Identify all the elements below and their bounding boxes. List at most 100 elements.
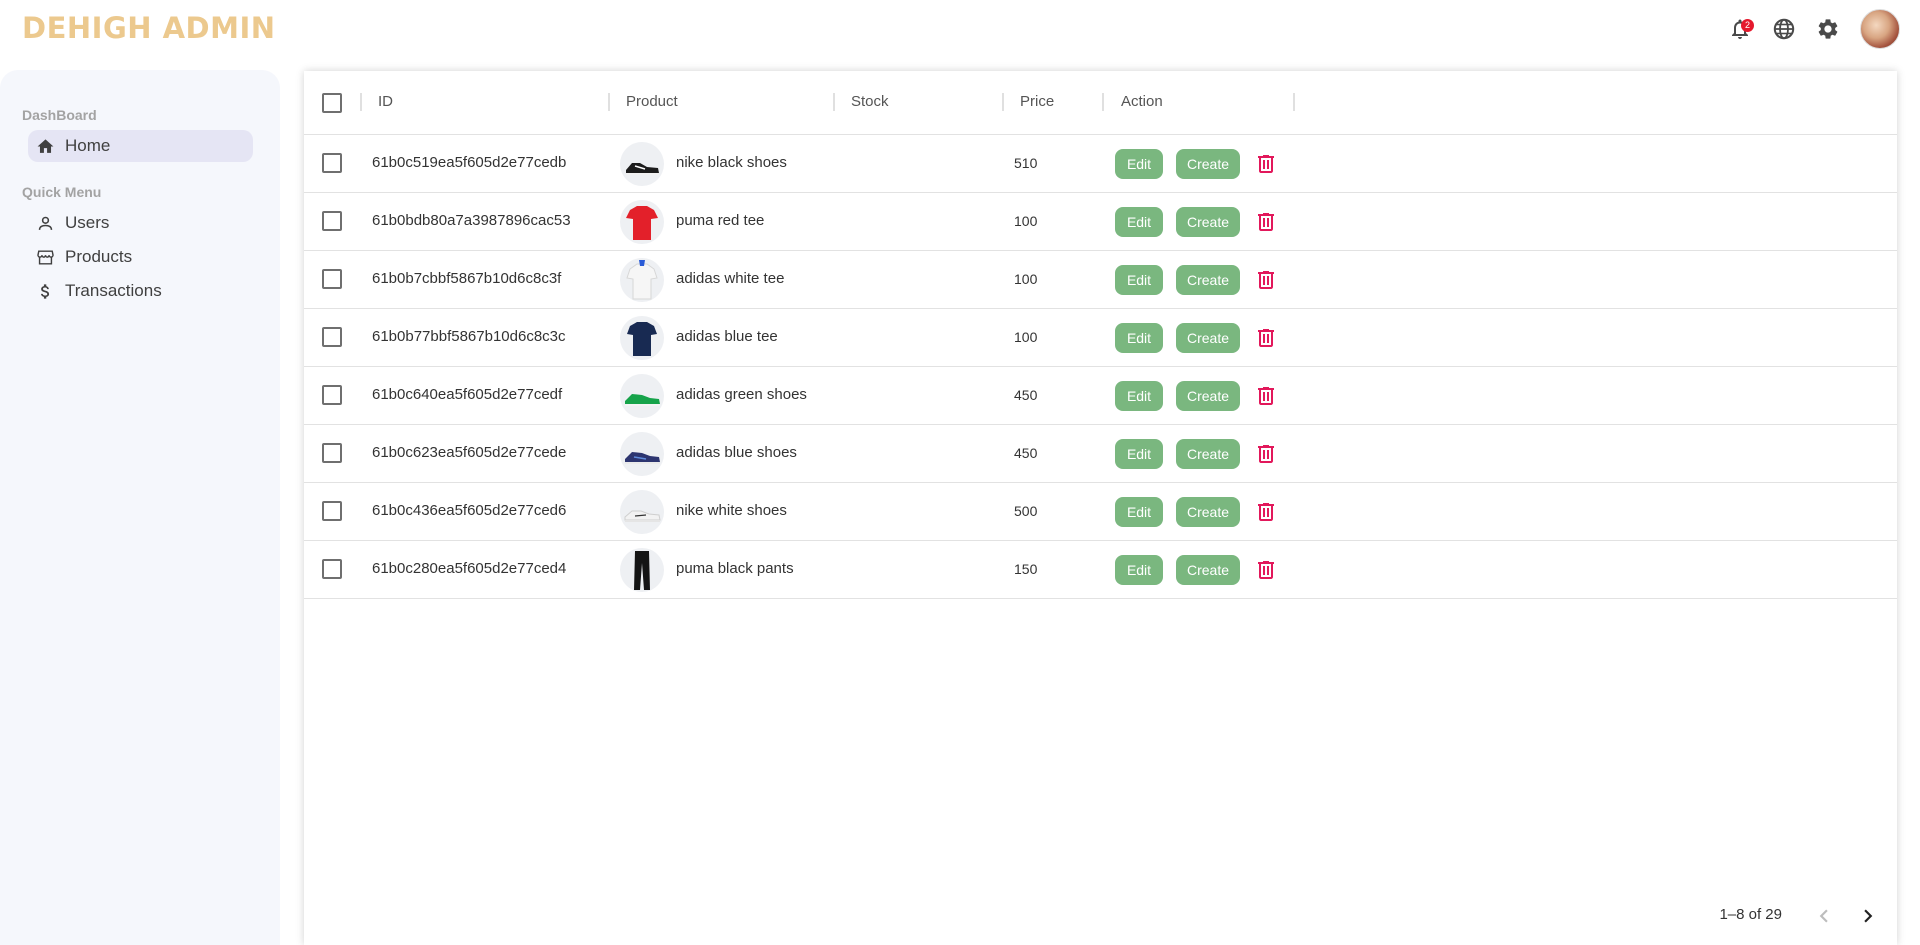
product-thumbnail: [620, 374, 664, 418]
create-button[interactable]: Create: [1176, 323, 1240, 353]
product-thumbnail: [620, 316, 664, 360]
row-checkbox[interactable]: [322, 385, 342, 405]
sidebar-section-title: DashBoard: [22, 107, 97, 123]
column-separator[interactable]: [1002, 93, 1004, 111]
product-thumbnail: [620, 200, 664, 244]
avatar[interactable]: [1860, 9, 1900, 49]
store-icon: [37, 249, 54, 265]
cell-product-name: adidas blue shoes: [676, 444, 797, 461]
row-checkbox[interactable]: [322, 211, 342, 231]
top-bar: DEHIGH ADMIN 2: [0, 0, 1920, 58]
row-checkbox[interactable]: [322, 153, 342, 173]
create-button[interactable]: Create: [1176, 265, 1240, 295]
table-row[interactable]: 61b0b77bbf5867b10d6c8c3c adidas blue tee 1…: [304, 309, 1897, 367]
table-row[interactable]: 61b0c640ea5f605d2e77cedf adidas green sho…: [304, 367, 1897, 425]
table-row[interactable]: 61b0c623ea5f605d2e77cede adidas blue shoe…: [304, 425, 1897, 483]
column-header-id[interactable]: ID: [378, 93, 393, 110]
trash-icon[interactable]: [1254, 442, 1278, 466]
pagination-text: 1–8 of 29: [1719, 906, 1782, 923]
create-button[interactable]: Create: [1176, 381, 1240, 411]
edit-button[interactable]: Edit: [1115, 381, 1163, 411]
cell-id: 61b0c623ea5f605d2e77cede: [372, 444, 567, 461]
cell-price: 100: [1014, 329, 1038, 345]
table-row[interactable]: 61b0c519ea5f605d2e77cedb nike black shoes…: [304, 135, 1897, 193]
sidebar-item-label: Products: [65, 247, 133, 266]
create-button[interactable]: Create: [1176, 149, 1240, 179]
create-button[interactable]: Create: [1176, 207, 1240, 237]
bell-icon[interactable]: 2: [1726, 15, 1754, 43]
column-header-price[interactable]: Price: [1020, 93, 1054, 110]
create-button[interactable]: Create: [1176, 555, 1240, 585]
globe-icon[interactable]: [1770, 15, 1798, 43]
column-separator[interactable]: [1293, 93, 1295, 111]
create-button[interactable]: Create: [1176, 497, 1240, 527]
trash-icon[interactable]: [1254, 210, 1278, 234]
cell-product-name: adidas green shoes: [676, 386, 807, 403]
cell-id: 61b0c280ea5f605d2e77ced4: [372, 560, 567, 577]
trash-icon[interactable]: [1254, 326, 1278, 350]
cell-price: 150: [1014, 561, 1038, 577]
table-row[interactable]: 61b0c280ea5f605d2e77ced4 puma black pants…: [304, 541, 1897, 599]
trash-icon[interactable]: [1254, 268, 1278, 292]
cell-price: 450: [1014, 387, 1038, 403]
column-separator[interactable]: [608, 93, 610, 111]
chevron-right-icon[interactable]: [1855, 903, 1881, 929]
row-checkbox[interactable]: [322, 501, 342, 521]
create-button[interactable]: Create: [1176, 439, 1240, 469]
edit-button[interactable]: Edit: [1115, 439, 1163, 469]
dollar-icon: [41, 283, 50, 299]
sidebar: DashBoard Home Quick Menu Users Products…: [0, 70, 280, 945]
select-all-checkbox[interactable]: [322, 93, 342, 113]
edit-button[interactable]: Edit: [1115, 323, 1163, 353]
trash-icon[interactable]: [1254, 558, 1278, 582]
sidebar-item-products[interactable]: Products: [28, 241, 253, 273]
cell-price: 100: [1014, 271, 1038, 287]
home-icon: [37, 138, 54, 153]
cell-id: 61b0bdb80a7a3987896cac53: [372, 212, 571, 229]
product-thumbnail: [620, 490, 664, 534]
table-row[interactable]: 61b0bdb80a7a3987896cac53 puma red tee 100 E…: [304, 193, 1897, 251]
user-icon: [38, 216, 53, 230]
table-row[interactable]: 61b0b7cbbf5867b10d6c8c3f adidas white tee…: [304, 251, 1897, 309]
trash-icon[interactable]: [1254, 384, 1278, 408]
row-checkbox[interactable]: [322, 269, 342, 289]
sidebar-item-label: Users: [65, 213, 110, 232]
column-separator[interactable]: [1102, 93, 1104, 111]
edit-button[interactable]: Edit: [1115, 207, 1163, 237]
edit-button[interactable]: Edit: [1115, 555, 1163, 585]
pagination: 1–8 of 29: [1497, 889, 1897, 945]
sidebar-item-transactions[interactable]: Transactions: [28, 275, 253, 307]
product-thumbnail: [620, 548, 664, 592]
cell-price: 100: [1014, 213, 1038, 229]
row-checkbox[interactable]: [322, 559, 342, 579]
column-separator[interactable]: [833, 93, 835, 111]
chevron-left-icon[interactable]: [1811, 903, 1837, 929]
table-header: ID Product Stock Price Action: [304, 71, 1897, 135]
cell-product-name: puma black pants: [676, 560, 794, 577]
column-header-product[interactable]: Product: [626, 93, 678, 110]
column-header-stock[interactable]: Stock: [851, 93, 889, 110]
edit-button[interactable]: Edit: [1115, 149, 1163, 179]
trash-icon[interactable]: [1254, 500, 1278, 524]
sidebar-item-users[interactable]: Users: [28, 207, 253, 239]
table-row[interactable]: 61b0c436ea5f605d2e77ced6 nike white shoes…: [304, 483, 1897, 541]
edit-button[interactable]: Edit: [1115, 265, 1163, 295]
row-checkbox[interactable]: [322, 327, 342, 347]
column-separator[interactable]: [360, 93, 362, 111]
column-header-action[interactable]: Action: [1121, 93, 1163, 110]
edit-button[interactable]: Edit: [1115, 497, 1163, 527]
product-thumbnail: [620, 432, 664, 476]
cell-id: 61b0c640ea5f605d2e77cedf: [372, 386, 563, 403]
row-checkbox[interactable]: [322, 443, 342, 463]
sidebar-item-label: Transactions: [65, 281, 162, 300]
sidebar-section-title: Quick Menu: [22, 184, 102, 200]
cell-product-name: nike black shoes: [676, 154, 787, 171]
cell-price: 500: [1014, 503, 1038, 519]
gear-icon[interactable]: [1814, 15, 1842, 43]
trash-icon[interactable]: [1254, 152, 1278, 176]
cell-id: 61b0b7cbbf5867b10d6c8c3f: [372, 270, 562, 287]
app-title[interactable]: DEHIGH ADMIN: [22, 11, 276, 45]
sidebar-item-home[interactable]: Home: [28, 130, 253, 162]
cell-product-name: nike white shoes: [676, 502, 787, 519]
cell-product-name: adidas blue tee: [676, 328, 778, 345]
